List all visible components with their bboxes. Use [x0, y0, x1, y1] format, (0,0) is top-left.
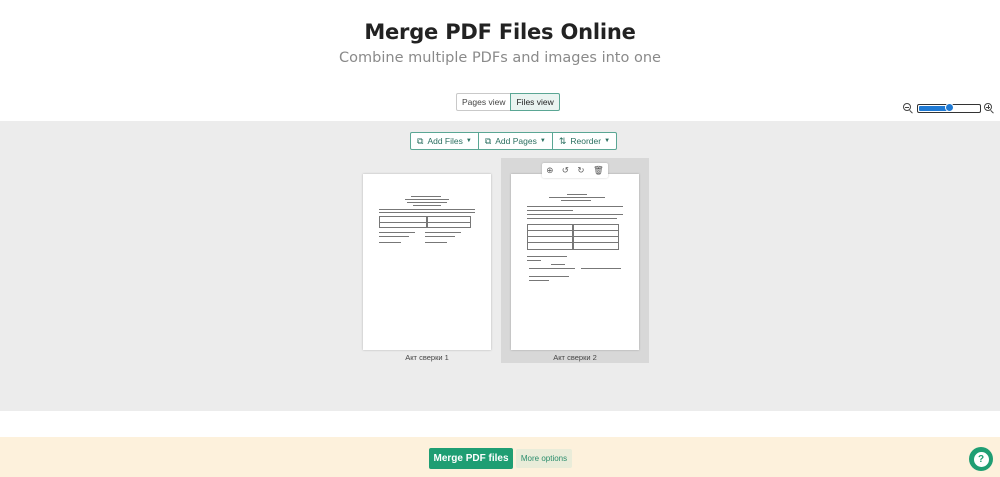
reorder-label: Reorder: [570, 136, 602, 146]
file-name-label: Акт сверки 1: [405, 353, 449, 362]
zoom-slider[interactable]: [917, 103, 981, 113]
add-pages-button[interactable]: ⧉ Add Pages ▼: [479, 133, 553, 149]
file-card-toolbar: ⊕ ↺ ↻ 🗑: [542, 163, 608, 178]
add-pages-label: Add Pages: [495, 136, 537, 146]
zoom-in-icon[interactable]: ⊕: [546, 165, 553, 176]
page-title: Merge PDF Files Online: [364, 20, 636, 44]
copy-icon: ⧉: [484, 135, 492, 146]
trash-icon[interactable]: 🗑: [593, 165, 604, 176]
page-subtitle: Combine multiple PDFs and images into on…: [339, 50, 661, 66]
add-files-button[interactable]: ⧉ Add Files ▼: [411, 133, 479, 149]
merge-pdf-button[interactable]: Merge PDF files: [429, 448, 513, 469]
caret-down-icon: ▼: [604, 138, 611, 144]
reorder-button[interactable]: ⇅ Reorder ▼: [553, 133, 616, 149]
question-icon: ?: [973, 451, 989, 467]
zoom-slider-thumb[interactable]: [945, 103, 954, 112]
files-view-button[interactable]: Files view: [510, 93, 560, 111]
sort-icon: ⇅: [558, 135, 567, 146]
rotate-right-icon[interactable]: ↻: [577, 165, 584, 176]
zoom-out-icon[interactable]: [903, 103, 914, 114]
add-files-label: Add Files: [427, 136, 463, 146]
file-thumbnail-1[interactable]: [363, 174, 491, 350]
header: Merge PDF Files Online Combine multiple …: [0, 20, 1000, 66]
file-name-label: Акт сверки 2: [553, 353, 597, 362]
copy-icon: ⧉: [417, 135, 424, 146]
more-options-button[interactable]: More options: [516, 449, 572, 468]
pages-view-button[interactable]: Pages view: [456, 93, 512, 111]
file-thumbnail-2[interactable]: [511, 174, 639, 350]
file-toolbar: ⧉ Add Files ▼ ⧉ Add Pages ▼ ⇅ Reorder ▼: [410, 132, 618, 150]
caret-down-icon: ▼: [465, 138, 472, 144]
page: Merge PDF Files Online Combine multiple …: [0, 0, 1000, 477]
help-chat-button[interactable]: ?: [969, 447, 993, 471]
view-toggle: Pages view Files view: [456, 93, 560, 111]
zoom-control: [903, 103, 995, 114]
zoom-in-icon[interactable]: [984, 103, 995, 114]
footer-action-bar: Merge PDF files More options: [0, 437, 1000, 477]
caret-down-icon: ▼: [539, 138, 546, 144]
file-workspace: ⧉ Add Files ▼ ⧉ Add Pages ▼ ⇅ Reorder ▼: [0, 121, 1000, 411]
rotate-left-icon[interactable]: ↺: [562, 165, 569, 176]
